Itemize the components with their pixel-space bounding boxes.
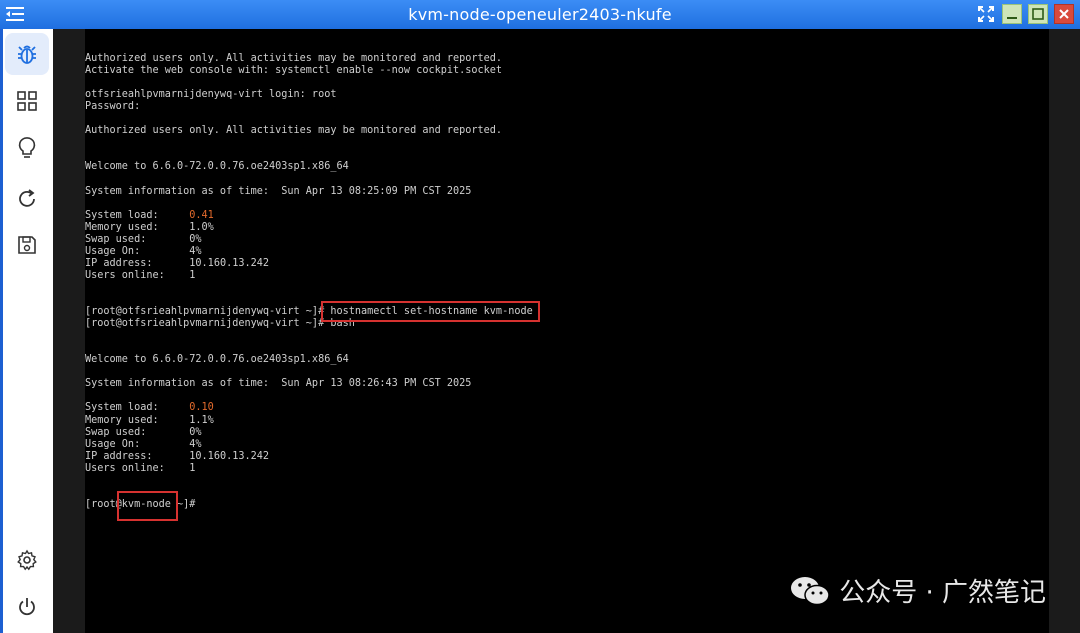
bug-icon [18,45,36,64]
sidebar-item-tips[interactable] [5,127,49,169]
terminal-line: Swap used: 0% [85,427,202,439]
stat-label: Swap used: [85,233,190,245]
menu-toggle-icon[interactable] [4,4,26,24]
terminal-line: Users online: 1 [85,463,195,475]
terminal-margin [1049,29,1080,633]
sidebar-item-apps[interactable] [5,80,49,122]
close-icon [1059,9,1069,19]
window-title: kvm-node-openeuler2403-nkufe [408,5,672,24]
stat-value: 1 [189,462,196,474]
maximize-button[interactable] [1028,4,1048,24]
terminal-line: [root@otfsrieahlpvmarnijdenywq-virt ~]# … [85,318,355,330]
terminal-line: Swap used: 0% [85,234,202,246]
stat-value: 0% [189,426,202,438]
refresh-icon [19,189,35,207]
stat-value: 0% [189,233,202,245]
annotation-box [321,301,540,322]
terminal-console[interactable]: Authorized users only. All activities ma… [85,29,1049,633]
close-button[interactable] [1054,4,1074,24]
terminal-line: otfsrieahlpvmarnijdenywq-virt login: roo… [85,89,337,101]
gear-icon [17,549,37,571]
terminal-line: Usage On: 4% [85,439,202,451]
stat-value: 4% [189,438,202,450]
stat-label: IP address: [85,257,190,269]
stat-label: Memory used: [85,414,190,426]
terminal-line: Password: [85,101,141,113]
stat-label: System load: [85,209,190,221]
fullscreen-button[interactable] [976,4,996,24]
terminal-line: System load: 0.41 [85,210,214,222]
stat-value: 1.0% [189,221,214,233]
stat-label: Users online: [85,462,190,474]
sidebar-item-refresh[interactable] [5,178,49,220]
stat-value: 0.10 [189,402,214,414]
terminal-line: Usage On: 4% [85,246,202,258]
stat-value: 10.160.13.242 [189,257,270,269]
stat-label: System load: [85,402,190,414]
terminal-line: System information as of time: Sun Apr 1… [85,185,472,197]
terminal-line: IP address: 10.160.13.242 [85,451,269,463]
terminal-line: Users online: 1 [85,270,195,282]
stat-label: IP address: [85,450,190,462]
terminal-line: Welcome to 6.6.0-72.0.0.76.oe2403sp1.x86… [85,161,349,173]
stat-value: 1.1% [189,414,214,426]
terminal-margin [53,29,85,633]
stat-label: Usage On: [85,438,190,450]
terminal-line: System information as of time: Sun Apr 1… [85,378,472,390]
watermark: 公众号 · 广然笔记 [789,572,1046,609]
maximize-icon [1032,8,1044,20]
sidebar-item-debug[interactable] [5,33,49,75]
stat-label: Swap used: [85,426,190,438]
terminal-line: Memory used: 1.1% [85,415,214,427]
stat-label: Users online: [85,269,190,281]
save-icon [18,236,36,254]
stat-label: Usage On: [85,245,190,257]
title-bar: kvm-node-openeuler2403-nkufe [0,0,1080,29]
sidebar-item-settings[interactable] [5,539,49,581]
sidebar-item-power[interactable] [5,586,49,628]
terminal-line: System load: 0.10 [85,402,214,414]
stat-value: 10.160.13.242 [189,450,270,462]
terminal-line: Welcome to 6.6.0-72.0.0.76.oe2403sp1.x86… [85,354,349,366]
grid-icon [17,91,37,111]
fullscreen-icon [978,6,994,22]
wechat-icon [791,576,830,605]
sidebar-item-save[interactable] [5,224,49,266]
terminal-line: Memory used: 1.0% [85,222,214,234]
stat-value: 4% [189,245,202,257]
lightbulb-icon [18,137,36,158]
annotation-box [117,491,178,521]
terminal-line: Activate the web console with: systemctl… [85,65,503,77]
minimize-icon [1007,17,1017,19]
window-controls [976,4,1074,24]
stat-label: Memory used: [85,221,190,233]
watermark-text: 公众号 · 广然笔记 [839,578,1046,608]
minimize-button[interactable] [1002,4,1022,24]
terminal-line: IP address: 10.160.13.242 [85,258,269,270]
sidebar [3,29,53,633]
terminal-line: Authorized users only. All activities ma… [85,53,503,64]
stat-value: 0.41 [189,209,214,221]
terminal-line: Authorized users only. All activities ma… [85,125,503,137]
stat-value: 1 [189,269,196,281]
power-icon [19,598,35,616]
